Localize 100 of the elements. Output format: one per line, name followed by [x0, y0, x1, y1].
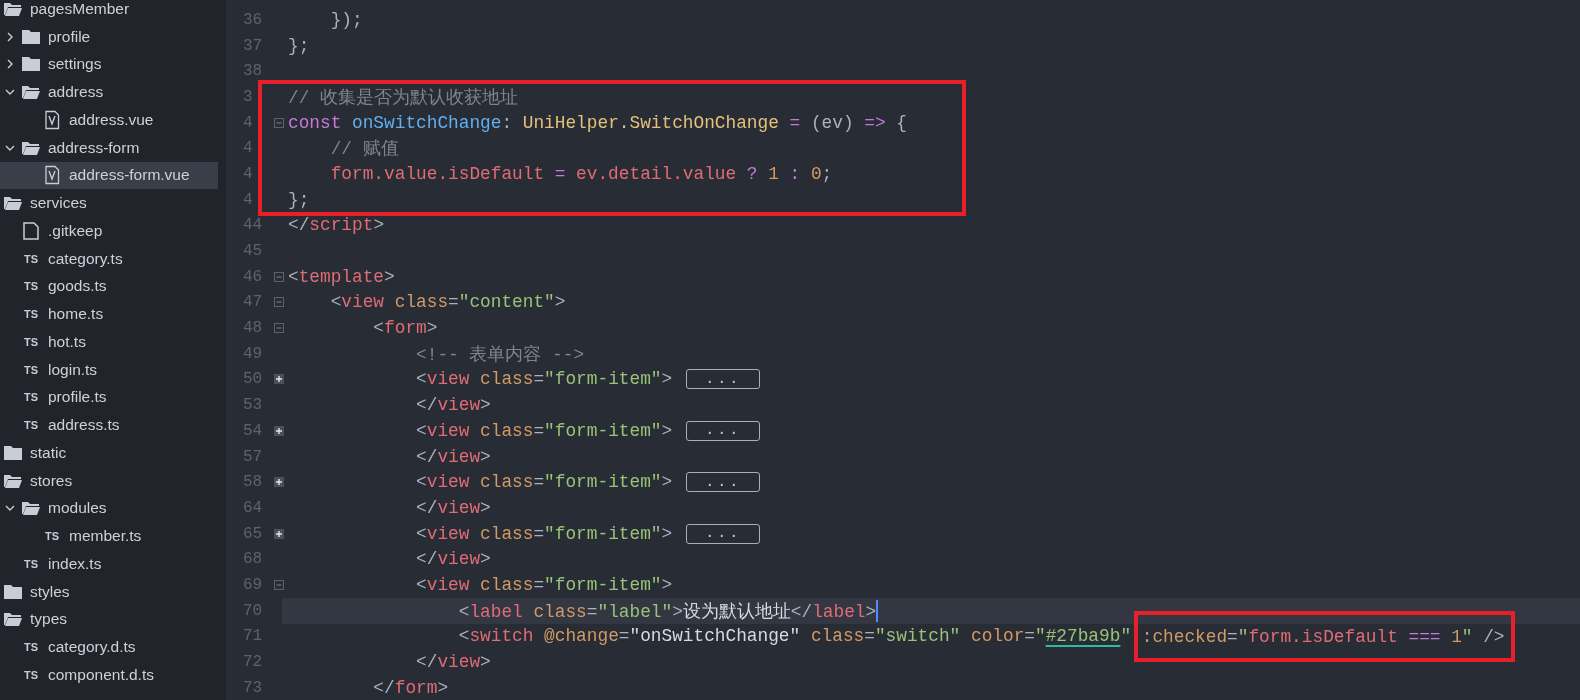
line-number: 47: [242, 293, 264, 312]
file-item[interactable]: TS member.ts: [0, 522, 218, 550]
code-line: <switch @change="onSwitchChange" class="switch" color="#27ba9b": [457, 626, 1133, 647]
line-number: 65: [242, 524, 264, 543]
file-item[interactable]: TS category.d.ts: [0, 633, 218, 661]
folder-icon: [21, 28, 41, 45]
open-folder-icon: [21, 139, 41, 156]
line-number: 46: [242, 267, 264, 286]
file-icon: [21, 220, 41, 241]
file-item[interactable]: address.vue: [0, 106, 218, 134]
code-line: };: [288, 189, 310, 210]
code-line: <view class="form-item">: [415, 472, 673, 493]
ts-label: TS: [22, 252, 40, 265]
file-item[interactable]: TS hot.ts: [0, 328, 218, 356]
folder-item[interactable]: styles: [0, 577, 218, 606]
folded-code-placeholder[interactable]: ...: [686, 420, 761, 441]
line-number: 70: [242, 601, 264, 620]
code-line: </form>: [372, 677, 449, 698]
line-number: 45: [242, 242, 264, 261]
expand-icon[interactable]: [273, 477, 284, 488]
code-line: <template>: [288, 266, 395, 287]
ts-label: TS: [43, 530, 61, 543]
open-folder-icon: [3, 195, 23, 212]
code-line: // 收集是否为默认收获地址: [288, 86, 518, 109]
line-number: 71: [242, 627, 264, 646]
chevron-right-icon[interactable]: [5, 59, 15, 70]
code-line: form.value.isDefault = ev.detail.value ? 1 : 0;: [329, 163, 833, 184]
line-number: 38: [242, 62, 264, 81]
code-line: </view>: [415, 497, 491, 518]
code-line: <view class="form-item">: [415, 369, 673, 390]
ts-label: TS: [22, 419, 40, 432]
ts-label: TS: [22, 668, 40, 681]
folder-item[interactable]: modules: [0, 494, 218, 523]
line-number: 4: [242, 190, 254, 209]
folder-icon: [21, 56, 41, 73]
code-line: </view>: [415, 652, 491, 673]
expand-icon[interactable]: [273, 374, 284, 385]
folded-code-placeholder[interactable]: ...: [686, 369, 761, 390]
line-number: 57: [242, 447, 264, 466]
line-number: 58: [242, 473, 264, 492]
line-number: 64: [242, 498, 264, 517]
folder-icon: [3, 583, 23, 600]
code-line: </view>: [415, 395, 491, 416]
file-item[interactable]: TS index.ts: [0, 550, 218, 578]
file-item[interactable]: TS category.ts: [0, 244, 218, 273]
ts-label: TS: [22, 391, 40, 404]
file-item[interactable]: address-form.vue: [0, 161, 218, 190]
open-folder-icon: [3, 611, 23, 628]
file-item[interactable]: TS login.ts: [0, 355, 218, 384]
line-number: 68: [242, 550, 264, 569]
vue-file-icon: [42, 109, 62, 130]
folder-item[interactable]: settings: [0, 50, 218, 79]
line-number: 53: [242, 396, 264, 415]
code-line: <view class="content">: [329, 292, 566, 313]
code-line: </view>: [415, 549, 491, 570]
open-folder-icon: [3, 472, 23, 489]
line-number: 44: [242, 216, 264, 235]
code-line: <label class="label">设为默认地址</label>: [457, 600, 877, 623]
code-line: });: [329, 9, 363, 30]
code-line: <!-- 表单内容 -->: [415, 343, 585, 366]
ts-label: TS: [22, 335, 40, 348]
expand-icon[interactable]: [273, 528, 284, 539]
folder-item[interactable]: stores: [0, 466, 218, 495]
folder-item[interactable]: profile: [0, 22, 218, 51]
ts-label: TS: [22, 280, 40, 293]
folder-item[interactable]: static: [0, 439, 218, 467]
folded-code-placeholder[interactable]: ...: [686, 523, 761, 544]
ts-label: TS: [22, 308, 40, 321]
line-number: 4: [242, 113, 254, 132]
expand-icon[interactable]: [273, 425, 284, 436]
folder-item[interactable]: pagesMember: [0, 0, 218, 23]
folder-item[interactable]: types: [0, 605, 218, 634]
open-folder-icon: [21, 84, 41, 101]
file-item[interactable]: .gitkeep: [0, 217, 218, 245]
text-cursor: [876, 599, 879, 622]
code-line: <view class="form-item">: [415, 574, 673, 595]
line-number: 48: [242, 319, 264, 338]
file-item[interactable]: TS goods.ts: [0, 272, 218, 301]
file-item[interactable]: TS address.ts: [0, 411, 218, 439]
line-number: 37: [242, 36, 264, 55]
file-item[interactable]: TS profile.ts: [0, 383, 218, 412]
line-number: 54: [242, 421, 264, 440]
line-number: 73: [242, 678, 264, 697]
chevron-right-icon[interactable]: [5, 31, 15, 42]
code-line: </view>: [415, 446, 491, 467]
file-item[interactable]: TS component.d.ts: [0, 661, 218, 689]
file-item[interactable]: TS home.ts: [0, 300, 218, 328]
folder-item[interactable]: services: [0, 189, 218, 217]
code-line: <form>: [372, 318, 438, 339]
folded-code-placeholder[interactable]: ...: [686, 472, 761, 493]
vue-file-icon: [42, 165, 62, 186]
folder-item[interactable]: address-form: [0, 133, 218, 162]
line-number: 36: [242, 10, 264, 29]
line-number: 3: [242, 87, 254, 106]
line-number: 4: [242, 139, 254, 158]
folder-item[interactable]: address: [0, 78, 218, 106]
ts-label: TS: [22, 363, 40, 376]
line-number: 49: [242, 344, 264, 363]
open-folder-icon: [21, 500, 41, 517]
open-folder-icon: [3, 0, 23, 17]
